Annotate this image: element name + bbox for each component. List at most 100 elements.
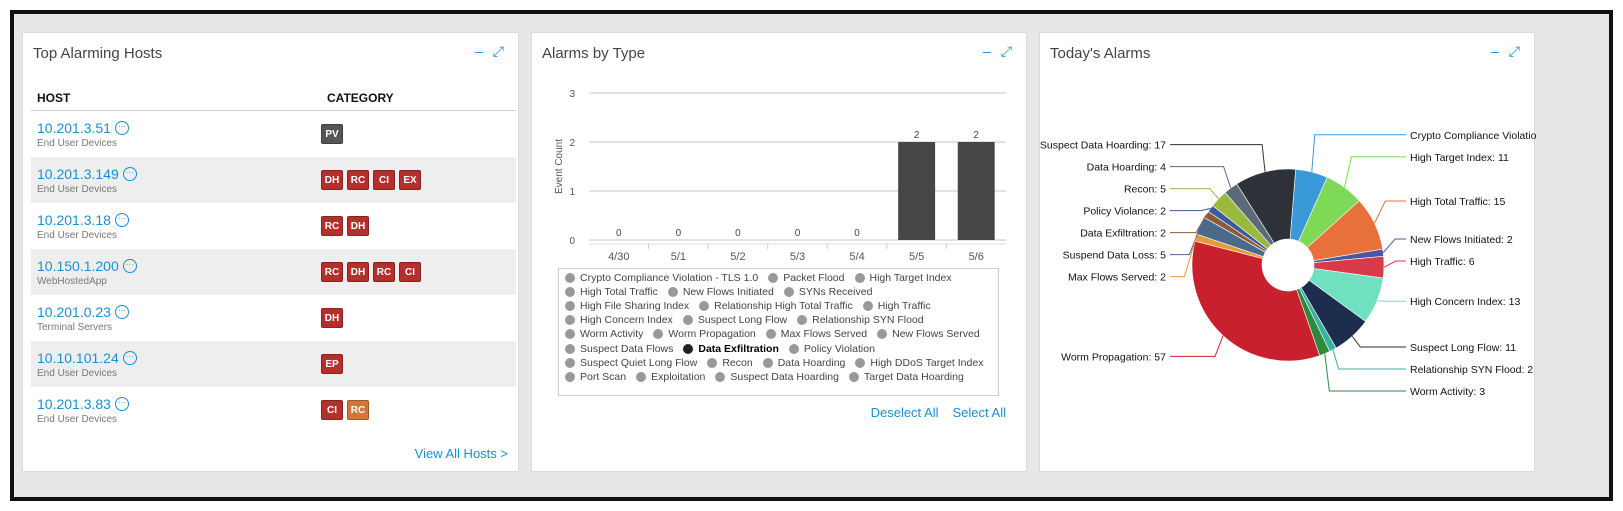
pie-slice[interactable] [1191,240,1321,362]
category-badge[interactable]: DH [321,170,343,190]
pie-leader-line [1382,238,1406,254]
y-tick-label: 2 [569,138,575,149]
category-column-header: CATEGORY [327,91,394,105]
bar-value-label: 0 [854,228,860,239]
pie-leader-line [1170,208,1211,212]
chart-legend: Crypto Compliance Violation - TLS 1.0 Pac… [558,268,999,396]
more-options-icon[interactable]: ··· [114,396,129,411]
legend-item[interactable]: Exploitation [636,370,705,383]
more-options-icon[interactable]: ··· [122,350,137,365]
more-options-icon[interactable]: ··· [122,166,137,181]
category-badge[interactable]: DH [347,262,369,282]
legend-item[interactable]: New Flows Initiated [667,285,774,298]
legend-item[interactable]: Recon [707,356,753,369]
legend-item[interactable]: Suspect Long Flow [682,314,787,327]
select-all-link[interactable]: Select All [953,405,1006,420]
legend-item[interactable]: Data Exfiltration [683,342,779,355]
host-cell: 10.10.101.24 ··· End User Devices [31,350,321,379]
legend-item[interactable]: High DDoS Target Index [855,356,983,369]
host-ip-link[interactable]: 10.10.101.24 ··· [37,350,321,366]
host-cell: 10.150.1.200 ··· WebHostedApp [31,258,321,287]
legend-item[interactable]: High File Sharing Index [565,299,689,312]
legend-item[interactable]: Target Data Hoarding [848,370,964,383]
legend-item[interactable]: Suspect Quiet Long Flow [565,356,697,369]
host-group: Terminal Servers [37,321,113,333]
category-badge[interactable]: PV [321,124,343,144]
bar[interactable] [957,142,995,240]
host-group: End User Devices [37,183,118,195]
legend-label: Suspect Quiet Long Flow [580,356,698,369]
more-options-icon[interactable]: ··· [122,258,137,273]
table-row: 10.10.101.24 ··· End User Devices EP [31,341,516,387]
table-row: 10.201.3.51 ··· End User Devices PV [31,111,516,157]
y-tick-label: 3 [569,89,575,100]
host-ip-link[interactable]: 10.201.3.83 ··· [37,396,321,412]
category-badge[interactable]: CI [373,170,395,190]
dashboard-frame: Top Alarming Hosts – ⤢ HOST CATEGORY 10.… [10,10,1613,501]
legend-item[interactable]: High Total Traffic [565,285,658,298]
pie-leader-line [1343,156,1406,188]
category-badge[interactable]: RC [321,262,343,282]
legend-item[interactable]: Worm Activity [565,328,643,341]
legend-item[interactable]: Relationship SYN Flood [797,314,924,327]
host-ip-link[interactable]: 10.201.0.23 ··· [37,304,321,320]
x-tick-label: 5/4 [849,251,864,263]
category-badge[interactable]: CI [399,262,421,282]
host-cell: 10.201.3.18 ··· End User Devices [31,212,321,241]
bar-value-label: 0 [795,228,801,239]
legend-item[interactable]: Crypto Compliance Violation - TLS 1.0 [565,271,758,284]
legend-item[interactable]: High Target Index [854,271,952,284]
pie-slice-label: High Total Traffic: 15 [1410,196,1505,208]
category-badge[interactable]: EX [399,170,421,190]
table-row: 10.201.3.83 ··· End User Devices CI RC [31,387,516,433]
host-ip-link[interactable]: 10.150.1.200 ··· [37,258,321,274]
legend-item[interactable]: High Traffic [862,299,931,312]
legend-dot-icon [565,286,575,297]
todays-alarms-panel: Today's Alarms – ⤢ Crypto Compliance Vio… [1039,32,1536,472]
legend-label: SYNs Received [798,285,873,298]
category-badge[interactable]: DH [321,308,343,328]
legend-item[interactable]: Worm Propagation [653,328,756,341]
host-cell: 10.201.3.51 ··· End User Devices [31,120,321,149]
pie-slice-label: Worm Propagation: 57 [1061,351,1166,363]
minimize-icon[interactable]: – [475,43,483,60]
y-tick-label: 0 [569,236,575,247]
legend-item[interactable]: High Concern Index [565,314,673,327]
category-badge[interactable]: RC [321,216,343,236]
legend-item[interactable]: Relationship High Total Traffic [699,299,853,312]
legend-item[interactable]: Packet Flood [768,271,845,284]
view-all-hosts-link[interactable]: View All Hosts > [415,446,508,461]
category-badge[interactable]: RC [347,400,369,420]
legend-item[interactable]: New Flows Served [877,328,980,341]
legend-item[interactable]: Suspect Data Hoarding [715,370,839,383]
category-badge[interactable]: RC [347,170,369,190]
legend-item[interactable]: Policy Violation [788,342,875,355]
category-badge[interactable]: EP [321,354,343,374]
category-badge[interactable]: RC [373,262,395,282]
legend-item[interactable]: Suspect Data Flows [565,342,673,355]
legend-item[interactable]: Port Scan [565,370,626,383]
legend-dot-icon [762,357,773,368]
host-ip-link[interactable]: 10.201.3.149 ··· [37,166,321,182]
legend-dot-icon [699,300,710,311]
legend-label: Relationship SYN Flood [812,314,924,327]
legend-label: Worm Propagation [668,328,756,341]
legend-dot-icon [667,286,678,297]
legend-dot-icon [715,371,726,382]
legend-item[interactable]: Data Hoarding [762,356,845,369]
legend-dot-icon [565,357,575,368]
bar-value-label: 0 [676,228,682,239]
pie-slice-label: Recon: 5 [1124,184,1166,196]
legend-item[interactable]: SYNs Received [783,285,873,298]
legend-item[interactable]: Max Flows Served [765,328,867,341]
deselect-all-link[interactable]: Deselect All [871,405,939,420]
more-options-icon[interactable]: ··· [114,304,129,319]
host-ip-link[interactable]: 10.201.3.18 ··· [37,212,321,228]
more-options-icon[interactable]: ··· [114,212,129,227]
category-badge[interactable]: DH [347,216,369,236]
category-badge[interactable]: CI [321,400,343,420]
expand-icon[interactable]: ⤢ [493,43,504,60]
more-options-icon[interactable]: ··· [114,120,129,135]
host-ip-link[interactable]: 10.201.3.51 ··· [37,120,321,136]
bar[interactable] [898,142,936,240]
